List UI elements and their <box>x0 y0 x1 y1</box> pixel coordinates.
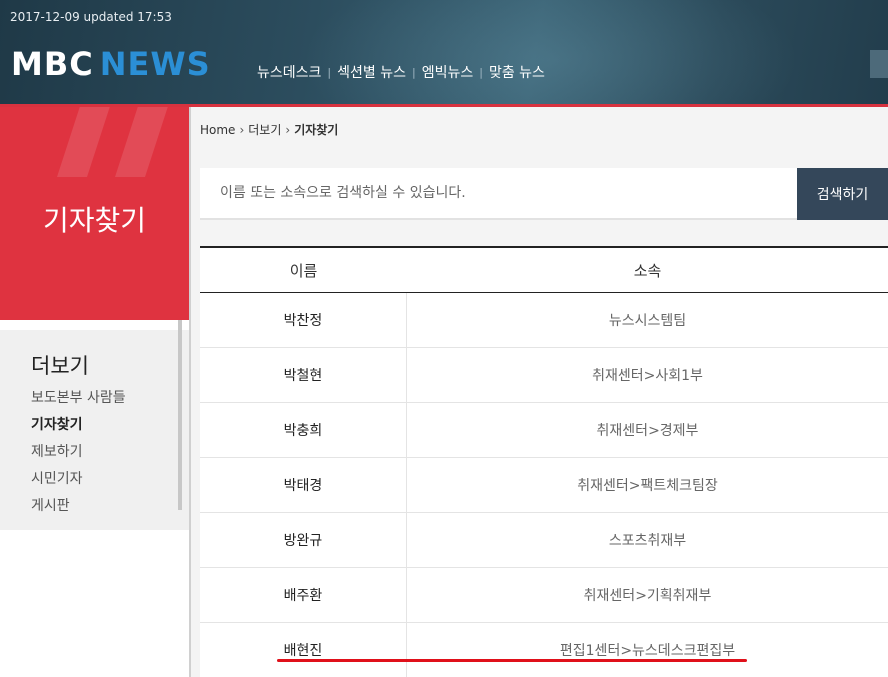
sidebar-menu-list: 보도본부 사람들 기자찾기 제보하기 시민기자 게시판 <box>31 388 126 523</box>
search-box <box>200 168 797 220</box>
breadcrumb: Home › 더보기 › 기자찾기 <box>200 121 338 138</box>
mbc-news-logo[interactable]: MBC NEWS <box>11 46 211 82</box>
sidebar-menu: 더보기 보도본부 사람들 기자찾기 제보하기 시민기자 게시판 <box>0 320 189 530</box>
chevron-right-icon: › <box>285 122 291 137</box>
reporter-name[interactable]: 박태경 <box>200 458 407 512</box>
reporter-dept: 스포츠취재부 <box>608 533 687 549</box>
reporter-dept: 뉴스시스템팀 <box>608 313 687 329</box>
nav-item-section-news[interactable]: 섹션별 뉴스 <box>337 62 406 82</box>
table-row[interactable]: 배현진 편집1센터>뉴스데스크편집부 <box>200 623 888 677</box>
table-row[interactable]: 박찬정 뉴스시스템팀 <box>200 293 888 348</box>
reporter-dept: 취재센터>사회1부 <box>592 368 703 384</box>
sidebar-bottom <box>0 530 189 677</box>
reporter-name[interactable]: 박충희 <box>200 403 407 457</box>
column-header-name: 이름 <box>289 261 318 280</box>
nav-separator: | <box>479 65 483 79</box>
table-header: 이름 소속 <box>200 248 888 293</box>
nav-item-newsdesk[interactable]: 뉴스데스크 <box>257 62 321 82</box>
sidebar-gap <box>0 320 189 330</box>
reporter-name[interactable]: 배현진 <box>200 623 407 677</box>
decorative-slash <box>115 107 171 177</box>
table-row[interactable]: 방완규 스포츠취재부 <box>200 513 888 568</box>
breadcrumb-current: 기자찾기 <box>294 123 339 137</box>
main-nav: 뉴스데스크 | 섹션별 뉴스 | 엠빅뉴스 | 맞춤 뉴스 <box>257 62 545 82</box>
reporter-dept: 취재센터>팩트체크팀장 <box>577 478 718 494</box>
table-row[interactable]: 박충희 취재센터>경제부 <box>200 403 888 458</box>
page-title-panel: 기자찾기 <box>0 107 189 320</box>
reporter-name[interactable]: 박찬정 <box>200 293 407 347</box>
sidebar-item-report-tip[interactable]: 제보하기 <box>31 442 126 469</box>
sidebar-item-newsroom-people[interactable]: 보도본부 사람들 <box>31 388 126 415</box>
updated-timestamp: 2017-12-09 updated 17:53 <box>10 10 172 24</box>
search-input[interactable] <box>200 168 797 218</box>
reporter-table: 이름 소속 박찬정 뉴스시스템팀 박철현 취재센터>사회1부 박충희 취재센터>… <box>200 246 888 677</box>
reporter-name[interactable]: 방완규 <box>200 513 407 567</box>
table-row[interactable]: 배주환 취재센터>기획취재부 <box>200 568 888 623</box>
highlight-underline <box>277 659 747 662</box>
sidebar-item-board[interactable]: 게시판 <box>31 496 126 523</box>
nav-separator: | <box>411 65 416 79</box>
sidebar-item-citizen-reporter[interactable]: 시민기자 <box>31 469 126 496</box>
logo-news: NEWS <box>99 45 211 83</box>
reporter-dept: 편집1센터>뉴스데스크편집부 <box>559 643 736 659</box>
reporter-name[interactable]: 배주환 <box>200 568 407 622</box>
menu-toggle-button[interactable] <box>870 50 888 78</box>
breadcrumb-more[interactable]: 더보기 <box>248 121 281 138</box>
site-header: 2017-12-09 updated 17:53 MBC NEWS 뉴스데스크 |… <box>0 0 888 106</box>
sidebar-item-find-reporter[interactable]: 기자찾기 <box>31 415 126 442</box>
sidebar-scrollbar[interactable] <box>178 320 182 510</box>
column-header-dept: 소속 <box>633 261 662 280</box>
decorative-slash <box>57 107 113 177</box>
sidebar-menu-title: 더보기 <box>31 354 89 378</box>
page-title: 기자찾기 <box>42 204 147 237</box>
nav-item-custom-news[interactable]: 맞춤 뉴스 <box>489 62 545 82</box>
breadcrumb-home[interactable]: Home <box>200 123 235 137</box>
logo-mbc: MBC <box>11 45 94 83</box>
table-row[interactable]: 박철현 취재센터>사회1부 <box>200 348 888 403</box>
table-row[interactable]: 박태경 취재센터>팩트체크팀장 <box>200 458 888 513</box>
reporter-dept: 취재센터>경제부 <box>596 423 699 439</box>
search-button[interactable]: 검색하기 <box>797 168 888 220</box>
sidebar-divider <box>189 107 191 677</box>
nav-item-embig-news[interactable]: 엠빅뉴스 <box>422 62 474 82</box>
chevron-right-icon: › <box>239 122 245 137</box>
reporter-dept: 취재센터>기획취재부 <box>583 588 712 604</box>
nav-separator: | <box>327 65 332 79</box>
reporter-name[interactable]: 박철현 <box>200 348 407 402</box>
